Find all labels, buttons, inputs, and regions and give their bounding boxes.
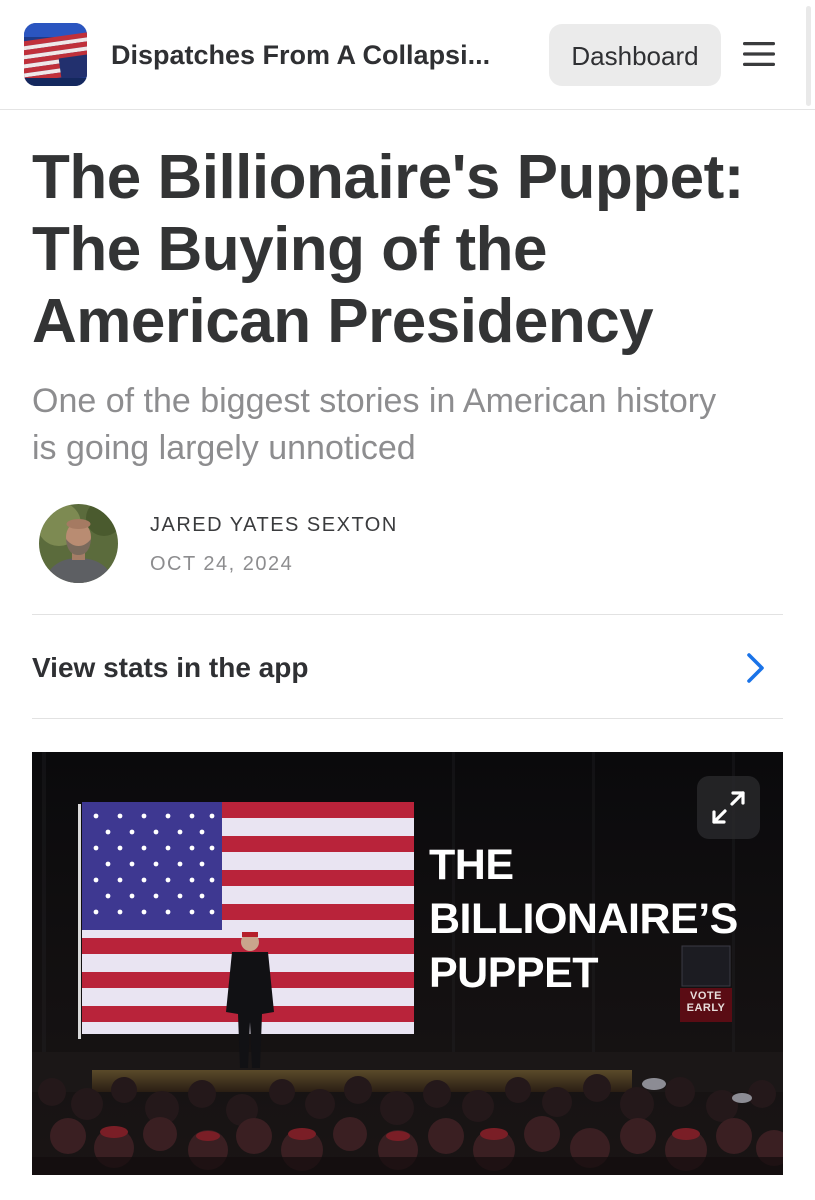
dashboard-button[interactable]: Dashboard [549, 24, 721, 86]
view-stats-row[interactable]: View stats in the app [32, 618, 783, 718]
author-name[interactable]: JARED YATES SEXTON [150, 512, 398, 538]
post-subtitle: One of the biggest stories in American h… [32, 378, 792, 472]
divider [32, 614, 783, 615]
expand-icon [712, 791, 745, 824]
post-subtitle-line: One of the biggest stories in American h… [32, 382, 717, 420]
hero-image[interactable]: THE BILLIONAIRE’S PUPPET VOTE EARLY [32, 752, 783, 1175]
site-header: Dispatches From A Collapsi... Dashboard [0, 0, 815, 110]
article-page: Dispatches From A Collapsi... Dashboard … [0, 0, 815, 1200]
chevron-right-icon [744, 652, 768, 684]
american-flag-logo-icon [24, 23, 87, 86]
post-title-line: The Billionaire's Puppet: [32, 143, 744, 212]
post-title-line: The Buying of the [32, 215, 548, 284]
post-title-line: American Presidency [32, 287, 654, 356]
hamburger-menu-icon[interactable] [743, 40, 775, 68]
expand-image-button[interactable] [697, 776, 760, 839]
view-stats-label: View stats in the app [32, 652, 309, 683]
hero-overlay-title: THE BILLIONAIRE’S PUPPET [429, 838, 738, 1000]
publication-logo[interactable] [24, 23, 87, 86]
post-title: The Billionaire's Puppet: The Buying of … [32, 142, 792, 358]
post-subtitle-line: is going largely unnoticed [32, 429, 416, 467]
vote-early-sign: VOTE EARLY [682, 990, 730, 1014]
vote-sign-line: EARLY [686, 1002, 726, 1014]
hero-overlay-line: BILLIONAIRE’S [429, 895, 738, 943]
divider [32, 718, 783, 719]
author-avatar[interactable] [39, 504, 118, 583]
post-date: OCT 24, 2024 [150, 553, 294, 575]
publication-name[interactable]: Dispatches From A Collapsi... [111, 36, 531, 74]
hero-overlay-line: THE [429, 841, 514, 889]
vote-sign-line: VOTE [690, 990, 722, 1002]
